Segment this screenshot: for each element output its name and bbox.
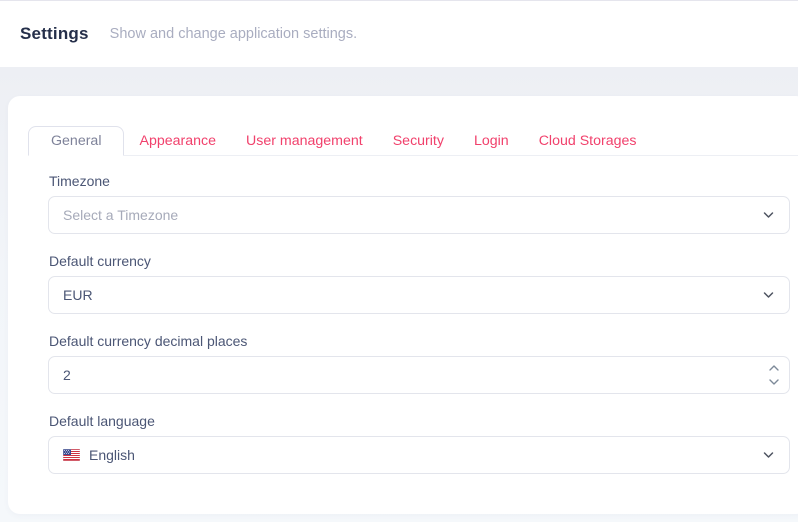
- settings-card: General Appearance User management Secur…: [8, 96, 798, 514]
- decimal-places-label: Default currency decimal places: [49, 333, 790, 349]
- content-area: General Appearance User management Secur…: [0, 67, 798, 522]
- default-language-value: English: [89, 447, 135, 463]
- timezone-group: Timezone Select a Timezone: [48, 173, 790, 234]
- settings-page: Settings Show and change application set…: [0, 0, 798, 522]
- chevron-down-icon: [761, 448, 776, 463]
- default-language-select[interactable]: English: [48, 436, 790, 474]
- default-language-label: Default language: [49, 413, 790, 429]
- timezone-select[interactable]: Select a Timezone: [48, 196, 790, 234]
- default-currency-group: Default currency EUR: [48, 253, 790, 314]
- page-header: Settings Show and change application set…: [0, 1, 798, 67]
- default-currency-value: EUR: [63, 287, 93, 303]
- stepper-down-button[interactable]: [767, 378, 781, 387]
- decimal-places-field: [48, 356, 790, 394]
- tab-login[interactable]: Login: [459, 126, 524, 155]
- default-currency-label: Default currency: [49, 253, 790, 269]
- tab-cloud-storages[interactable]: Cloud Storages: [524, 126, 652, 155]
- decimal-places-group: Default currency decimal places: [48, 333, 790, 394]
- tab-appearance[interactable]: Appearance: [124, 126, 231, 155]
- general-settings-form: Timezone Select a Timezone Default curre…: [48, 173, 790, 474]
- number-stepper: [767, 364, 781, 387]
- default-currency-select[interactable]: EUR: [48, 276, 790, 314]
- settings-tab-bar: General Appearance User management Secur…: [28, 126, 798, 156]
- tab-security[interactable]: Security: [378, 126, 459, 155]
- tab-general[interactable]: General: [28, 126, 124, 156]
- timezone-label: Timezone: [49, 173, 790, 189]
- stepper-up-button[interactable]: [767, 364, 781, 373]
- default-language-group: Default language: [48, 413, 790, 474]
- decimal-places-input[interactable]: [63, 367, 749, 383]
- tab-user-management[interactable]: User management: [231, 126, 378, 155]
- page-title: Settings: [20, 24, 89, 44]
- chevron-down-icon: [761, 208, 776, 223]
- page-subtitle: Show and change application settings.: [110, 26, 357, 42]
- chevron-down-icon: [761, 288, 776, 303]
- us-flag-icon: [63, 449, 80, 461]
- timezone-placeholder: Select a Timezone: [63, 207, 178, 223]
